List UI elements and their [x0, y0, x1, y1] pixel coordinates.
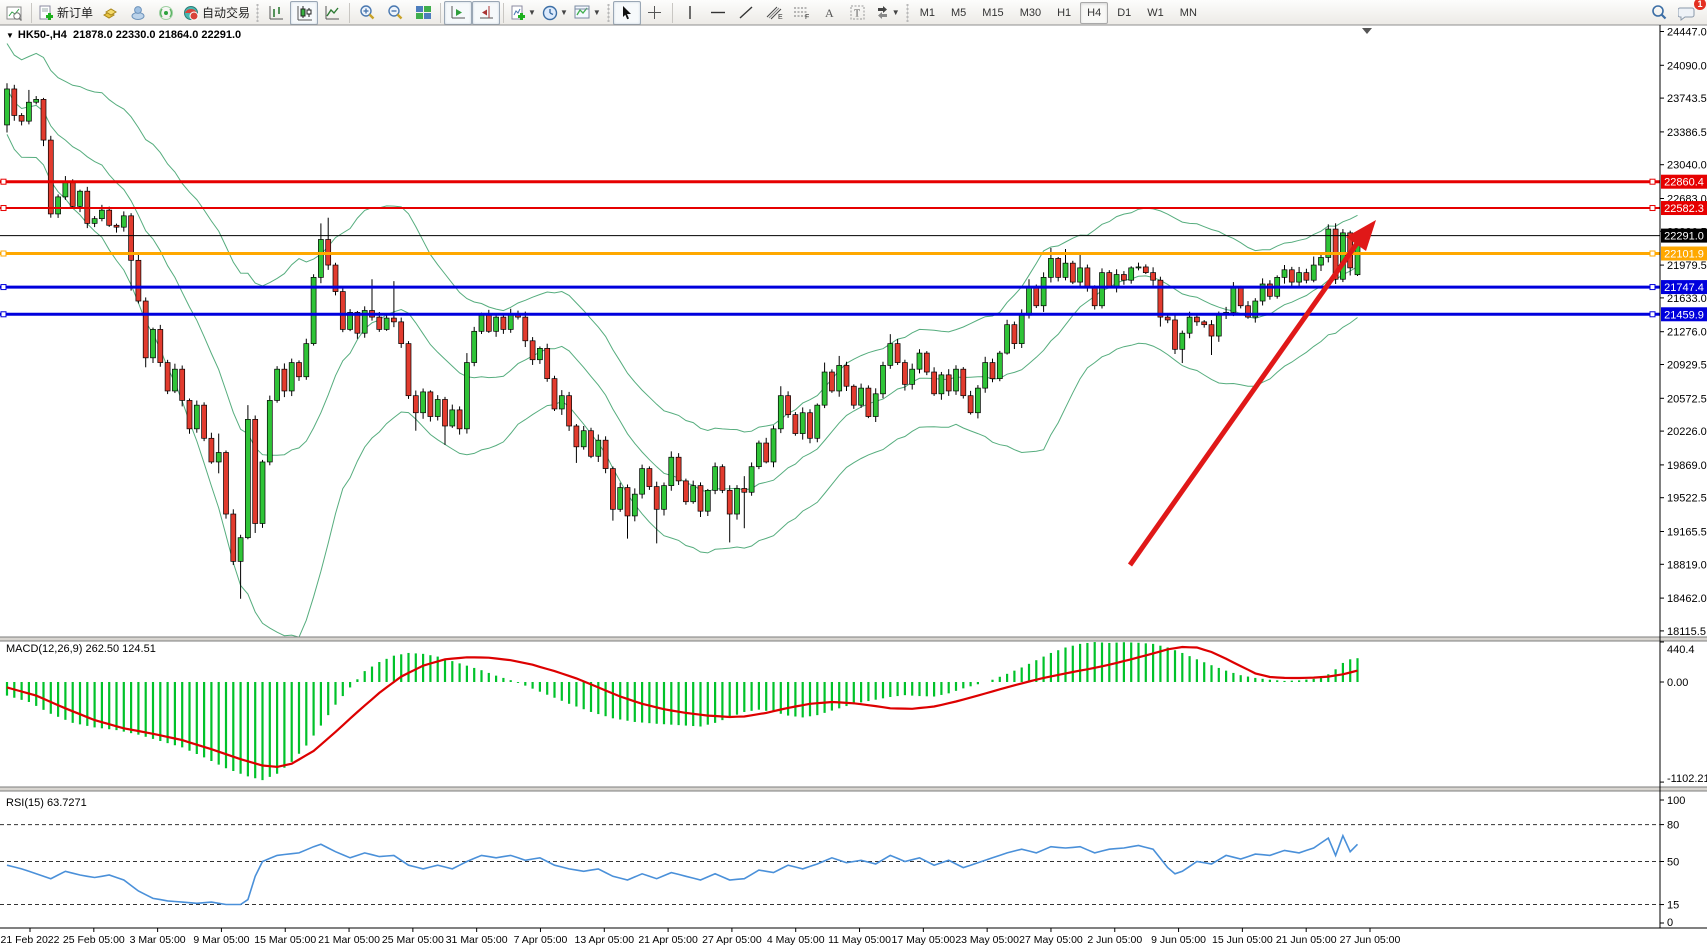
chart-canvas[interactable]: 24447.024090.023743.523386.523040.022683…	[0, 0, 1707, 947]
svg-text:18819.0: 18819.0	[1667, 559, 1707, 571]
svg-text:440.4: 440.4	[1667, 644, 1695, 656]
svg-text:-1102.21: -1102.21	[1667, 773, 1707, 785]
svg-text:0.00: 0.00	[1667, 677, 1688, 689]
svg-text:50: 50	[1667, 857, 1679, 869]
line-handle-right[interactable]	[1650, 251, 1655, 256]
svg-text:18115.5: 18115.5	[1667, 626, 1706, 638]
svg-text:25 Feb 05:00: 25 Feb 05:00	[63, 934, 125, 946]
svg-text:21 Feb 2022: 21 Feb 2022	[1, 934, 60, 946]
svg-text:23386.5: 23386.5	[1667, 127, 1707, 139]
svg-text:21459.9: 21459.9	[1664, 309, 1704, 321]
price-tag-22101.9: 22101.9	[1661, 247, 1707, 261]
svg-text:0: 0	[1667, 917, 1673, 929]
line-handle-left[interactable]	[1, 206, 6, 211]
collapse-icon[interactable]: ▼	[6, 31, 14, 40]
svg-text:11 May 05:00: 11 May 05:00	[828, 934, 891, 946]
line-handle-left[interactable]	[1, 312, 6, 317]
svg-text:23040.0: 23040.0	[1667, 160, 1707, 172]
symbol-title: ▼ HK50-,H4 21878.0 22330.0 21864.0 22291.…	[6, 29, 241, 41]
svg-text:21 Mar 05:00: 21 Mar 05:00	[318, 934, 380, 946]
svg-text:4 May 05:00: 4 May 05:00	[767, 934, 825, 946]
svg-text:20929.5: 20929.5	[1667, 359, 1707, 371]
symbol-name: HK50-,H4	[18, 29, 67, 41]
line-handle-right[interactable]	[1650, 179, 1655, 184]
svg-text:24447.0: 24447.0	[1667, 26, 1707, 38]
line-handle-right[interactable]	[1650, 285, 1655, 290]
svg-text:21747.4: 21747.4	[1664, 282, 1704, 294]
svg-text:3 Mar 05:00: 3 Mar 05:00	[130, 934, 186, 946]
price-tag-21747.4: 21747.4	[1661, 280, 1707, 294]
svg-text:23 May 05:00: 23 May 05:00	[955, 934, 1019, 946]
svg-text:27 Apr 05:00: 27 Apr 05:00	[702, 934, 762, 946]
svg-text:15 Mar 05:00: 15 Mar 05:00	[254, 934, 316, 946]
price-tag-22860.4: 22860.4	[1661, 175, 1707, 189]
price-tag-21459.9: 21459.9	[1661, 307, 1707, 321]
price-tag-22291.0: 22291.0	[1661, 229, 1707, 243]
svg-text:19869.0: 19869.0	[1667, 460, 1707, 472]
svg-text:24090.0: 24090.0	[1667, 60, 1707, 72]
svg-text:25 Mar 05:00: 25 Mar 05:00	[382, 934, 444, 946]
svg-text:27 May 05:00: 27 May 05:00	[1019, 934, 1083, 946]
svg-text:80: 80	[1667, 820, 1679, 832]
svg-text:21 Jun 05:00: 21 Jun 05:00	[1276, 934, 1337, 946]
svg-text:19165.5: 19165.5	[1667, 526, 1707, 538]
svg-text:23743.5: 23743.5	[1667, 93, 1707, 105]
trading-platform-window: 新订单 自动交易	[0, 0, 1707, 947]
svg-text:20226.0: 20226.0	[1667, 426, 1707, 438]
svg-text:15: 15	[1667, 900, 1679, 912]
svg-text:31 Mar 05:00: 31 Mar 05:00	[446, 934, 508, 946]
line-handle-right[interactable]	[1650, 206, 1655, 211]
svg-text:18462.0: 18462.0	[1667, 593, 1707, 605]
svg-text:20572.5: 20572.5	[1667, 393, 1707, 405]
line-handle-left[interactable]	[1, 285, 6, 290]
svg-text:21276.0: 21276.0	[1667, 327, 1707, 339]
svg-text:100: 100	[1667, 795, 1685, 807]
svg-text:17 May 05:00: 17 May 05:00	[892, 934, 956, 946]
svg-text:9 Jun 05:00: 9 Jun 05:00	[1151, 934, 1206, 946]
line-handle-left[interactable]	[1, 251, 6, 256]
svg-text:13 Apr 05:00: 13 Apr 05:00	[575, 934, 635, 946]
svg-text:21979.5: 21979.5	[1667, 260, 1707, 272]
svg-text:21 Apr 05:00: 21 Apr 05:00	[638, 934, 698, 946]
svg-text:15 Jun 05:00: 15 Jun 05:00	[1212, 934, 1273, 946]
svg-text:19522.5: 19522.5	[1667, 493, 1707, 505]
svg-text:22860.4: 22860.4	[1664, 177, 1704, 189]
svg-text:21633.0: 21633.0	[1667, 293, 1707, 305]
svg-text:7 Apr 05:00: 7 Apr 05:00	[514, 934, 568, 946]
svg-text:2 Jun 05:00: 2 Jun 05:00	[1087, 934, 1142, 946]
line-handle-right[interactable]	[1650, 312, 1655, 317]
line-handle-left[interactable]	[1, 179, 6, 184]
svg-text:22582.3: 22582.3	[1664, 203, 1704, 215]
svg-text:9 Mar 05:00: 9 Mar 05:00	[193, 934, 249, 946]
price-tag-22582.3: 22582.3	[1661, 201, 1707, 215]
macd-indicator-label: MACD(12,26,9) 262.50 124.51	[6, 643, 156, 655]
svg-text:27 Jun 05:00: 27 Jun 05:00	[1340, 934, 1401, 946]
svg-text:22291.0: 22291.0	[1664, 231, 1704, 243]
rsi-indicator-label: RSI(15) 63.7271	[6, 797, 87, 809]
symbol-ohlc: 21878.0 22330.0 21864.0 22291.0	[73, 29, 241, 41]
svg-text:22101.9: 22101.9	[1664, 249, 1704, 261]
